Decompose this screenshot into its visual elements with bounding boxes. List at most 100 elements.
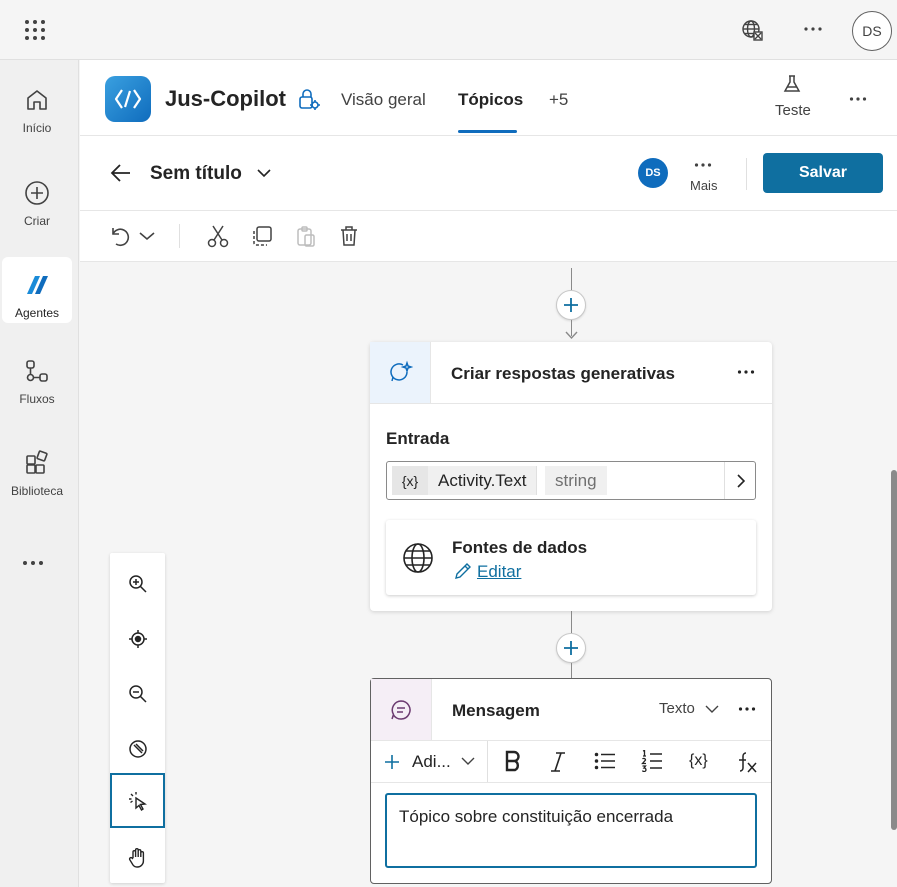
delete-icon[interactable] [339, 225, 359, 247]
target-icon [128, 629, 147, 648]
rail-item-biblioteca[interactable]: Biblioteca [2, 435, 72, 501]
rail-label: Agentes [14, 306, 60, 320]
test-label[interactable]: Teste [775, 102, 811, 119]
rail-item-fluxos[interactable]: Fluxos [2, 343, 72, 409]
data-sources-card[interactable]: Fontes de dados Editar [386, 520, 756, 595]
app-logo [105, 76, 151, 122]
zoom-in-button[interactable] [110, 556, 165, 611]
divider [724, 462, 725, 499]
back-arrow-icon[interactable] [110, 163, 132, 183]
message-format-toolbar: Adi... {x} [371, 741, 771, 783]
plus-icon [564, 641, 578, 655]
more-options-icon[interactable] [803, 26, 823, 32]
add-dropdown[interactable]: Adi... [412, 752, 451, 772]
cut-icon[interactable] [207, 224, 229, 248]
edit-pencil-icon[interactable] [453, 561, 473, 581]
bold-icon[interactable] [504, 750, 522, 772]
zoom-out-button[interactable] [110, 666, 165, 721]
compass-icon [128, 739, 147, 758]
home-icon [27, 90, 47, 110]
topic-title[interactable]: Sem título [150, 163, 242, 185]
vertical-scrollbar[interactable] [891, 470, 897, 830]
message-type-dropdown[interactable]: Texto [659, 700, 695, 717]
connector-line [571, 663, 572, 678]
pan-tool-button[interactable] [110, 830, 165, 885]
sparkle-chat-icon [390, 360, 413, 381]
message-icon [391, 699, 411, 720]
app-launcher-icon[interactable] [24, 19, 46, 41]
save-button[interactable]: Salvar [763, 153, 883, 193]
rail-item-agentes[interactable]: Agentes [2, 257, 72, 323]
input-variable-field[interactable]: {x} Activity.Text string [386, 461, 756, 500]
agents-icon [27, 276, 48, 294]
hand-icon [128, 847, 144, 868]
card-icon-box [371, 679, 432, 740]
card-more-icon[interactable] [737, 369, 755, 375]
app-title: Jus-Copilot [165, 86, 286, 111]
undo-dropdown-icon[interactable] [139, 231, 155, 241]
edit-toolbar [80, 211, 897, 262]
chevron-down-icon[interactable] [257, 168, 271, 178]
add-circle-icon [25, 181, 49, 205]
chevron-right-icon[interactable] [736, 474, 745, 488]
add-icon[interactable] [384, 754, 400, 770]
globe-settings-icon[interactable] [741, 19, 763, 41]
rail-item-inicio[interactable]: Início [2, 72, 72, 138]
more-label[interactable]: Mais [690, 178, 717, 193]
canvas-tools-panel [110, 553, 165, 883]
card-header: Mensagem Texto [371, 679, 771, 741]
add-node-button[interactable] [556, 290, 586, 320]
rail-item-criar[interactable]: Criar [2, 165, 72, 231]
rail-label: Criar [24, 214, 50, 228]
rail-label: Biblioteca [10, 484, 64, 498]
italic-icon[interactable] [549, 751, 567, 773]
zoom-in-icon [128, 574, 147, 593]
chevron-down-icon[interactable] [461, 757, 475, 766]
library-icon [26, 450, 48, 474]
fit-view-button[interactable] [110, 611, 165, 666]
flow-icon [26, 360, 48, 382]
connector-line [571, 268, 572, 290]
data-sources-title: Fontes de dados [452, 538, 588, 557]
arrow-down-icon [565, 330, 578, 340]
app-settings-icon[interactable] [298, 89, 320, 111]
card-title: Criar respostas generativas [451, 364, 675, 383]
topic-more-icon[interactable] [694, 162, 712, 168]
tab-topicos[interactable]: Tópicos [458, 90, 523, 110]
divider [487, 741, 488, 782]
undo-icon[interactable] [108, 225, 130, 247]
user-avatar[interactable]: DS [852, 11, 892, 51]
numbered-list-icon[interactable] [641, 750, 663, 772]
insert-variable-button[interactable]: {x} [689, 752, 708, 770]
header-more-icon[interactable] [849, 96, 867, 102]
left-rail: Início Criar Agentes Fluxos Biblioteca [0, 60, 79, 887]
active-tab-indicator [458, 130, 517, 133]
formula-icon[interactable] [736, 751, 758, 773]
minimap-button[interactable] [110, 721, 165, 776]
zoom-out-icon [128, 684, 147, 703]
rail-label: Início [22, 121, 52, 135]
card-header: Criar respostas generativas [370, 342, 772, 404]
card-icon-box [370, 342, 431, 403]
pointer-icon [128, 791, 147, 811]
variable-icon: {x} [392, 466, 428, 495]
edit-link[interactable]: Editar [477, 562, 521, 582]
input-label: Entrada [386, 429, 450, 448]
chevron-down-icon[interactable] [705, 705, 719, 714]
card-more-icon[interactable] [738, 706, 756, 712]
flask-icon[interactable] [782, 74, 802, 94]
divider [746, 158, 747, 190]
variable-name[interactable]: Activity.Text [428, 466, 538, 495]
message-text-input[interactable]: Tópico sobre constituição encerrada [385, 793, 757, 868]
select-tool-button[interactable] [110, 773, 165, 828]
plus-icon [564, 298, 578, 312]
bullet-list-icon[interactable] [594, 752, 616, 770]
rail-more-icon[interactable] [22, 560, 44, 566]
divider [179, 224, 180, 248]
copy-icon[interactable] [251, 225, 273, 247]
tab-more[interactable]: +5 [549, 90, 568, 110]
tab-visao-geral[interactable]: Visão geral [341, 90, 426, 110]
add-node-button[interactable] [556, 633, 586, 663]
collaborator-avatar: DS [638, 158, 668, 188]
globe-icon [402, 542, 434, 574]
